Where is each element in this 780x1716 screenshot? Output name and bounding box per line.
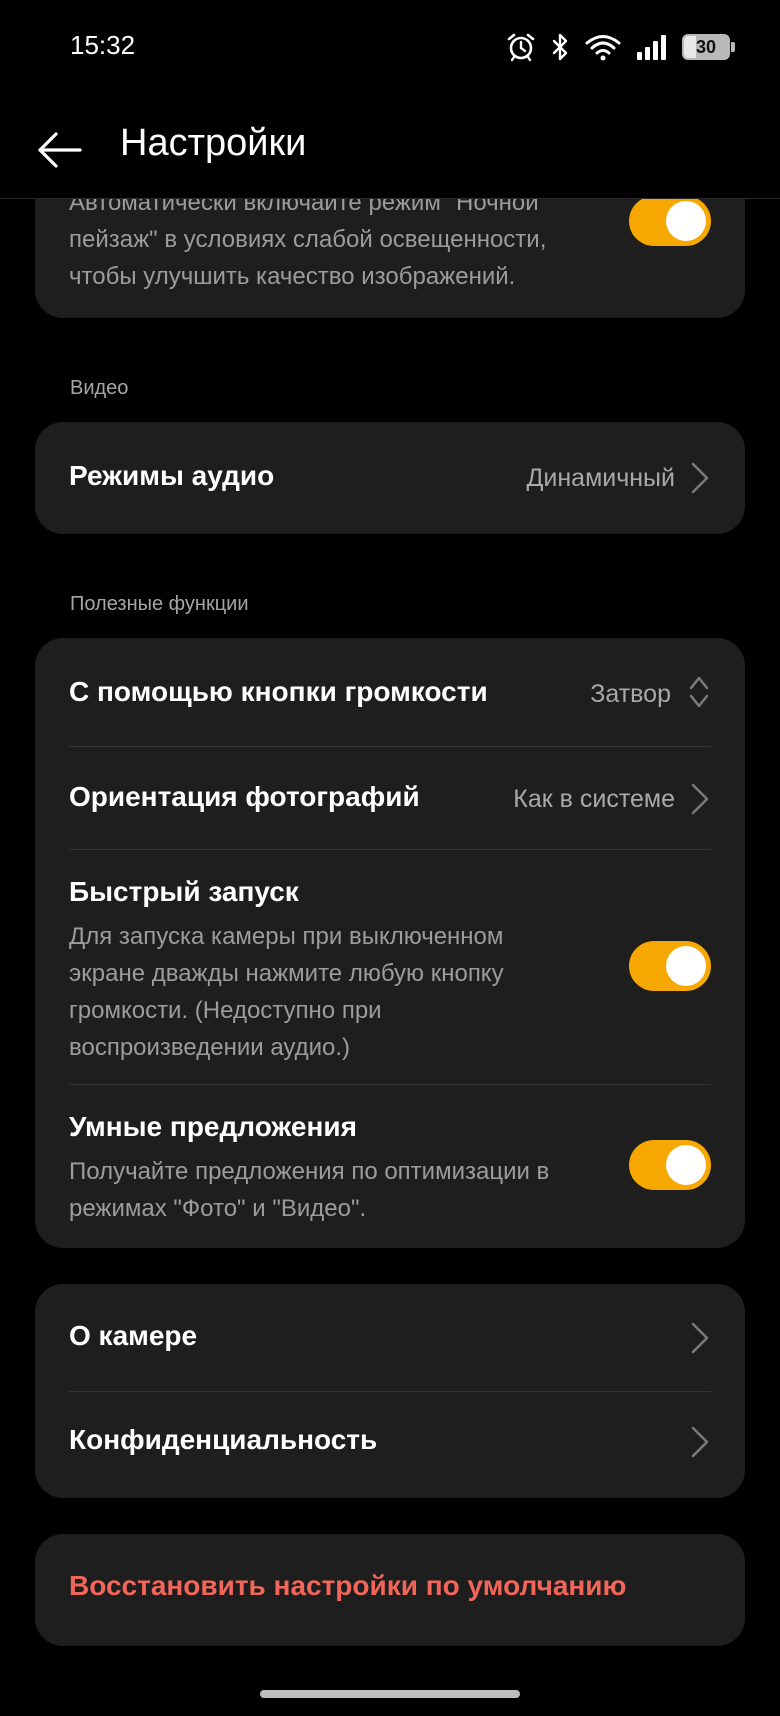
about-camera-label: О камере [69, 1320, 198, 1351]
battery-level: 30 [695, 36, 717, 57]
photo-orientation-label: Ориентация фотографий [69, 781, 420, 812]
toggle-knob [666, 1145, 706, 1185]
quick-launch-row[interactable]: Быстрый запуск Для запуска камеры при вы… [69, 850, 711, 1086]
arrow-left-icon [38, 132, 82, 168]
section-header-video: Видео [70, 377, 129, 399]
smart-suggestions-toggle[interactable] [629, 1140, 711, 1190]
reset-card[interactable]: Восстановить настройки по умолчанию [35, 1534, 745, 1646]
privacy-label: Конфиденциальность [69, 1424, 378, 1455]
alarm-icon [507, 33, 535, 62]
night-mode-toggle[interactable] [629, 196, 711, 246]
photo-orientation-value: Как в системе [513, 785, 675, 813]
reset-defaults-button[interactable]: Восстановить настройки по умолчанию [69, 1570, 626, 1602]
quick-launch-toggle[interactable] [629, 941, 711, 991]
audio-modes-label: Режимы аудио [69, 460, 275, 491]
battery-fill [684, 36, 697, 58]
smart-suggestions-label: Умные предложения [69, 1111, 357, 1142]
signal-icon [637, 35, 666, 60]
video-card: Режимы аудио Динамичный [35, 422, 745, 534]
audio-modes-row[interactable]: Режимы аудио Динамичный [69, 422, 711, 534]
smart-suggestions-row[interactable]: Умные предложения Получайте предложения … [69, 1085, 711, 1248]
bluetooth-icon [552, 33, 568, 61]
photo-orientation-row[interactable]: Ориентация фотографий Как в системе [69, 747, 711, 849]
smart-suggestions-description: Получайте предложения по оптимизации в р… [69, 1158, 550, 1222]
page-title: Настройки [120, 122, 307, 164]
chevron-right-icon [691, 1426, 709, 1458]
volume-button-label: С помощью кнопки громкости [69, 676, 488, 707]
night-mode-description: Автоматически включайте режим "Ночной пе… [69, 189, 547, 290]
battery-icon: 30 [682, 34, 735, 60]
chevron-up-down-icon [689, 676, 709, 708]
chevron-right-icon [691, 1322, 709, 1354]
chevron-right-icon [691, 783, 709, 815]
night-mode-row[interactable]: Автоматически включайте режим "Ночной пе… [69, 184, 711, 295]
app-header: Настройки [0, 100, 780, 199]
status-time: 15:32 [70, 30, 136, 60]
volume-button-row[interactable]: С помощью кнопки громкости Затвор [69, 638, 711, 746]
useful-functions-card: С помощью кнопки громкости Затвор Ориент… [35, 638, 745, 1248]
about-card: О камере Конфиденциальность [35, 1284, 745, 1498]
about-camera-row[interactable]: О камере [69, 1284, 711, 1390]
audio-modes-value: Динамичный [526, 464, 675, 492]
quick-launch-description: Для запуска камеры при выключенном экран… [69, 923, 504, 1061]
home-indicator[interactable] [260, 1690, 520, 1698]
toggle-knob [666, 201, 706, 241]
quick-launch-label: Быстрый запуск [69, 876, 299, 907]
chevron-right-icon [691, 462, 709, 494]
volume-button-value: Затвор [590, 680, 671, 708]
section-header-useful: Полезные функции [70, 593, 249, 615]
back-button[interactable] [30, 120, 90, 180]
privacy-row[interactable]: Конфиденциальность [69, 1392, 711, 1498]
wifi-icon [585, 35, 621, 61]
status-icons: 30 [506, 28, 735, 66]
status-bar: 15:32 30 [0, 0, 780, 100]
toggle-knob [666, 946, 706, 986]
